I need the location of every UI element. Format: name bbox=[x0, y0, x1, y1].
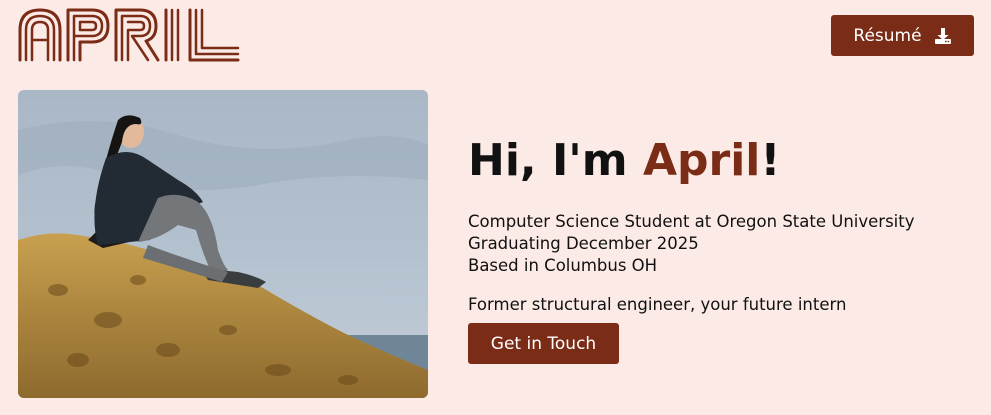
hero-title: Hi, I'm April! bbox=[468, 132, 780, 190]
photo-illustration bbox=[18, 90, 428, 398]
info-line-graduation: Graduating December 2025 bbox=[468, 234, 699, 253]
download-icon bbox=[934, 27, 951, 44]
get-in-touch-button[interactable]: Get in Touch bbox=[468, 323, 619, 364]
tagline: Former structural engineer, your future … bbox=[468, 295, 847, 314]
profile-photo bbox=[18, 90, 428, 398]
hero-name: April bbox=[642, 135, 761, 186]
logo[interactable] bbox=[18, 8, 240, 62]
info-block: Computer Science Student at Oregon State… bbox=[468, 211, 914, 277]
resume-button[interactable]: Résumé bbox=[831, 15, 974, 56]
get-in-touch-label: Get in Touch bbox=[490, 333, 597, 354]
greeting-suffix: ! bbox=[760, 135, 781, 186]
info-line-school: Computer Science Student at Oregon State… bbox=[468, 212, 915, 231]
logo-wordmark bbox=[18, 8, 240, 62]
info-line-location: Based in Columbus OH bbox=[468, 256, 658, 275]
greeting-prefix: Hi, I'm bbox=[468, 135, 643, 186]
resume-button-label: Résumé bbox=[853, 25, 922, 46]
